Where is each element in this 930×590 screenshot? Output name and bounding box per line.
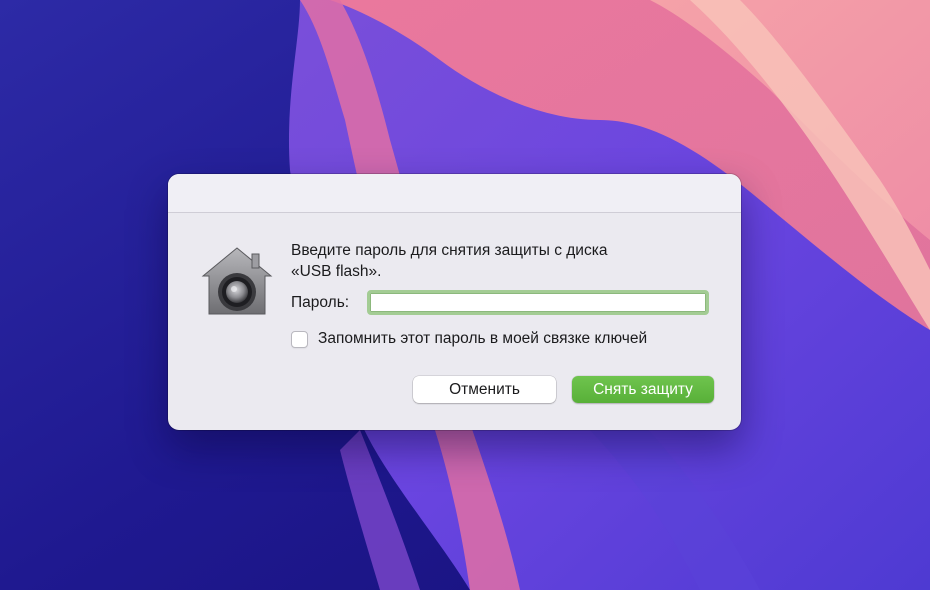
dialog-message-line1: Введите пароль для снятия защиты с диска <box>291 242 608 259</box>
dialog-message-line2: «USB flash». <box>291 263 382 280</box>
unlock-button[interactable]: Снять защиту <box>572 376 714 403</box>
dialog-message: Введите пароль для снятия защиты с диска… <box>291 240 711 282</box>
desktop: Введите пароль для снятия защиты с диска… <box>0 0 930 590</box>
password-input[interactable] <box>367 290 709 315</box>
dialog-titlebar <box>168 174 741 213</box>
gatekeeper-lock-house-icon <box>201 247 273 315</box>
remember-password-checkbox[interactable] <box>291 331 308 348</box>
unlock-disk-dialog: Введите пароль для снятия защиты с диска… <box>168 174 741 430</box>
remember-password-label[interactable]: Запомнить этот пароль в моей связке ключ… <box>318 330 647 348</box>
password-label: Пароль: <box>291 294 350 311</box>
cancel-button[interactable]: Отменить <box>413 376 556 403</box>
